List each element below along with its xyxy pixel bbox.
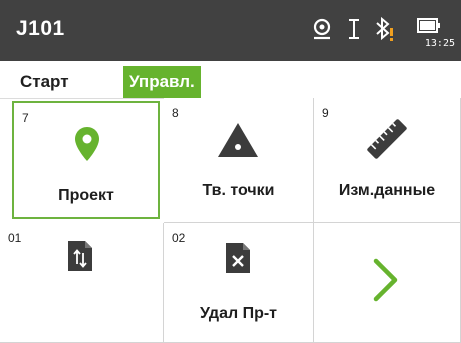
cursor-icon (347, 18, 361, 45)
tile-measured-data[interactable]: 9 Изм.данные (314, 98, 461, 223)
tab-manage[interactable]: Управл. (123, 66, 201, 98)
ruler-icon (364, 116, 410, 167)
tile-label: Изм.данные (338, 182, 436, 199)
tile-next-page[interactable] (314, 223, 461, 343)
battery-icon (417, 15, 441, 40)
triangle-icon (216, 120, 260, 165)
file-transfer-icon (66, 239, 94, 278)
tile-number: 7 (22, 111, 29, 125)
title-bar: J101 13:25 (0, 0, 461, 61)
tile-number: 01 (8, 231, 22, 245)
tile-fixed-points[interactable]: 8 Тв. точки (164, 98, 314, 223)
tile-transfer[interactable]: 01 (0, 223, 164, 343)
tile-number: 9 (322, 106, 329, 120)
chevron-right-icon (370, 257, 400, 308)
tile-label: Удал Пр-т (199, 305, 278, 322)
tab-bar: Старт Управл. (0, 61, 461, 99)
tile-label: Проект (58, 187, 114, 204)
bluetooth-warning-icon (373, 16, 397, 47)
tile-label: Тв. точки (202, 182, 275, 199)
location-pin-icon (73, 125, 101, 168)
tile-number: 8 (172, 106, 179, 120)
status-icons: 13:25 (305, 14, 455, 49)
tile-grid: 7 Проект 8 Тв. точки 9 Изм.данные 01 02 … (0, 98, 461, 343)
tile-number: 02 (172, 231, 186, 245)
tab-start[interactable]: Старт (14, 66, 75, 98)
target-icon (311, 18, 333, 45)
tile-delete-project[interactable]: 02 Удал Пр-т (164, 223, 314, 343)
job-title: J101 (16, 17, 65, 40)
tile-project[interactable]: 7 Проект (12, 101, 160, 219)
screen: J101 13:25 Старт Управл. 7 Проект 8 Тв. … (0, 0, 461, 343)
clock: 13:25 (424, 38, 455, 49)
file-delete-icon (224, 241, 252, 280)
